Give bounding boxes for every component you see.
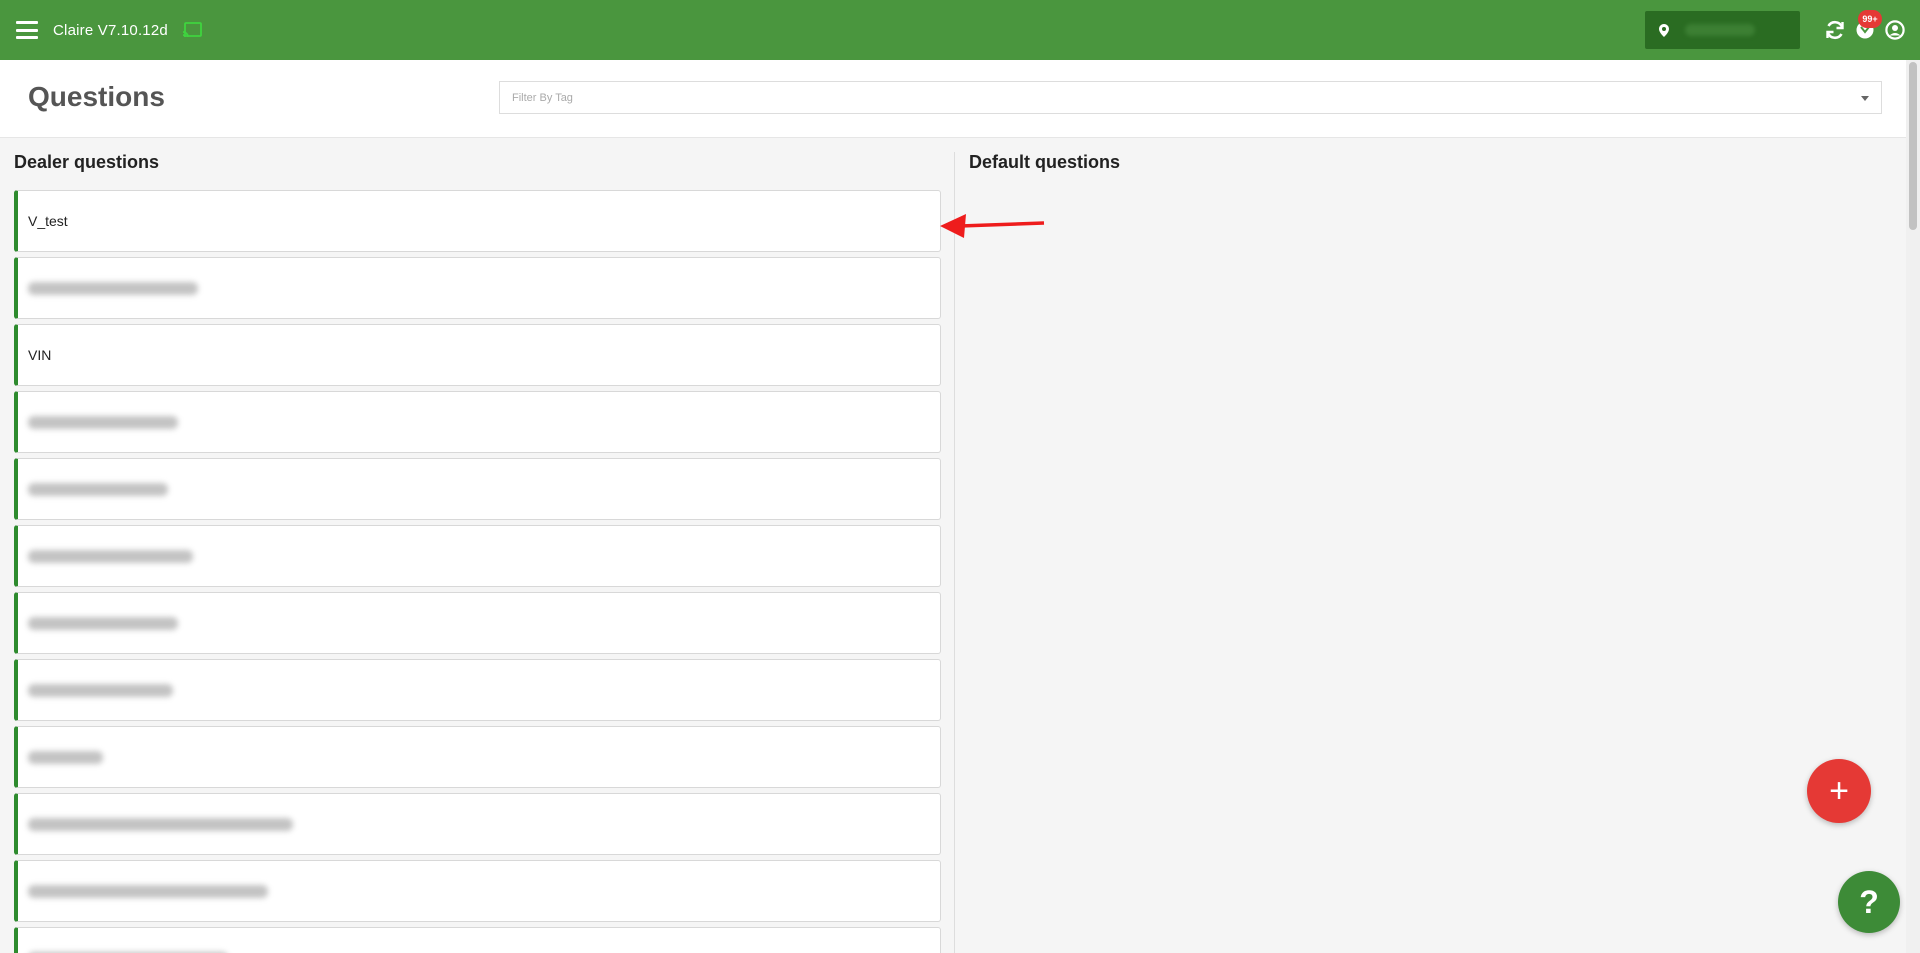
question-list-item[interactable] bbox=[14, 927, 941, 953]
question-list-item[interactable] bbox=[14, 592, 941, 654]
question-list-item[interactable] bbox=[14, 391, 941, 453]
redacted-question-label bbox=[28, 281, 198, 295]
chevron-down-icon bbox=[1861, 96, 1869, 101]
page-scrollbar[interactable] bbox=[1906, 60, 1920, 953]
question-list-item[interactable] bbox=[14, 458, 941, 520]
question-list-item[interactable] bbox=[14, 525, 941, 587]
question-list-item[interactable] bbox=[14, 659, 941, 721]
question-list-item[interactable] bbox=[14, 793, 941, 855]
notification-badge: 99+ bbox=[1858, 10, 1882, 28]
question-list-item[interactable]: V_test bbox=[14, 190, 941, 252]
redacted-question-label bbox=[28, 884, 268, 898]
scrollbar-thumb[interactable] bbox=[1909, 62, 1917, 230]
question-list-item[interactable] bbox=[14, 257, 941, 319]
top-app-bar: Claire V7.10.12d 99+ bbox=[0, 0, 1920, 60]
question-label: VIN bbox=[28, 347, 52, 363]
question-list-item[interactable] bbox=[14, 860, 941, 922]
default-questions-heading: Default questions bbox=[969, 152, 1121, 172]
add-question-button[interactable]: + bbox=[1807, 759, 1871, 823]
filter-placeholder: Filter By Tag bbox=[512, 91, 573, 104]
filter-by-tag-select[interactable]: Filter By Tag bbox=[499, 81, 1882, 114]
annotation-arrow-icon bbox=[940, 214, 1045, 238]
question-list-item[interactable]: VIN bbox=[14, 324, 941, 386]
account-icon[interactable] bbox=[1884, 19, 1906, 41]
cast-icon[interactable] bbox=[182, 22, 202, 38]
page-header: Questions Filter By Tag bbox=[0, 60, 1906, 138]
dealer-questions-panel: Dealer questions V_test VIN bbox=[0, 138, 954, 953]
help-button[interactable]: ? bbox=[1838, 871, 1900, 933]
dealer-questions-heading: Dealer questions bbox=[14, 152, 160, 172]
question-label: V_test bbox=[28, 213, 68, 229]
redacted-question-label bbox=[28, 750, 103, 764]
default-questions-panel: Default questions bbox=[955, 138, 1906, 953]
location-name-redacted bbox=[1685, 24, 1755, 36]
question-list-item[interactable] bbox=[14, 726, 941, 788]
dealer-questions-list: V_test VIN bbox=[14, 190, 941, 953]
page-title: Questions bbox=[28, 81, 165, 112]
menu-icon[interactable] bbox=[16, 21, 38, 39]
redacted-question-label bbox=[28, 415, 178, 429]
redacted-question-label bbox=[28, 549, 193, 563]
redacted-question-label bbox=[28, 683, 173, 697]
redacted-question-label bbox=[28, 482, 168, 496]
notifications-icon[interactable]: 99+ bbox=[1854, 10, 1882, 41]
redacted-question-label bbox=[28, 616, 178, 630]
redacted-question-label bbox=[28, 817, 293, 831]
location-selector[interactable] bbox=[1645, 11, 1800, 49]
app-title: Claire V7.10.12d bbox=[53, 21, 168, 39]
sync-icon[interactable] bbox=[1824, 19, 1846, 41]
location-pin-icon bbox=[1659, 23, 1669, 37]
